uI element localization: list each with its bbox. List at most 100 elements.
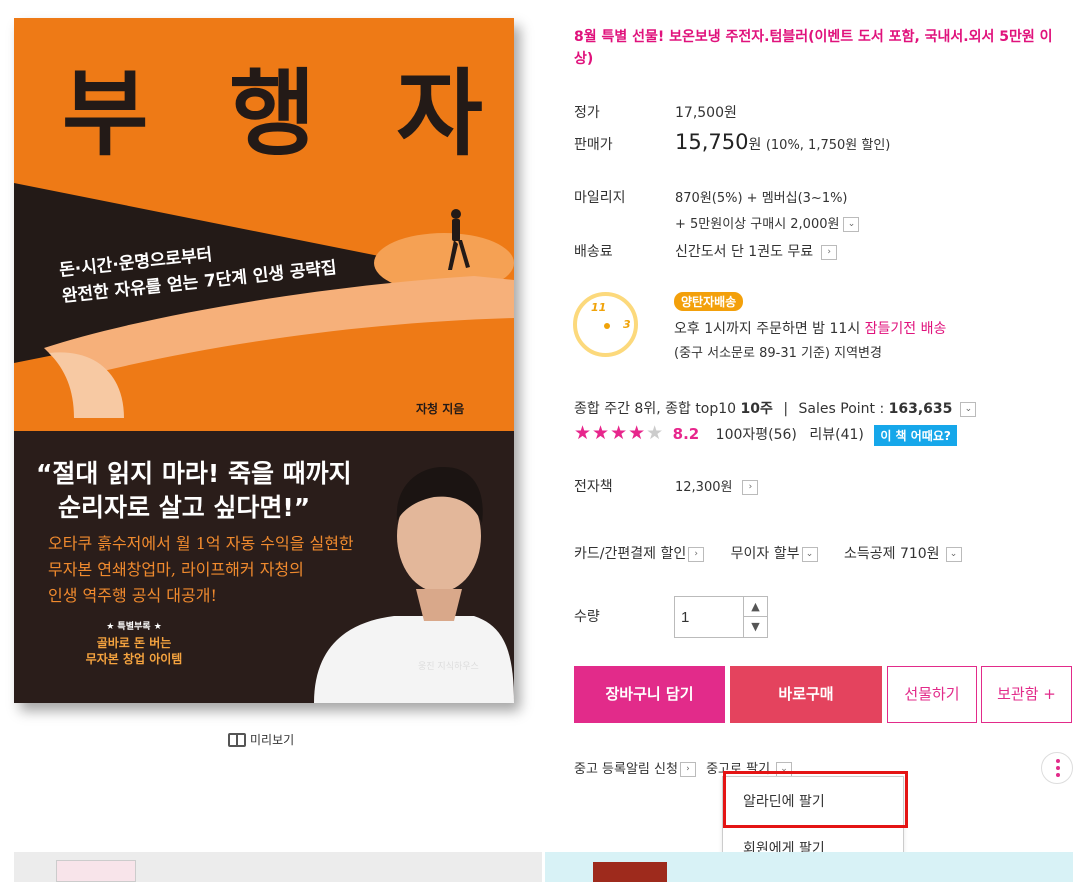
sales-point-value: 163,635 [888,401,953,417]
used-alert-link[interactable]: 중고 등록알림 신청 › [574,762,696,777]
promo-link[interactable]: 8월 특별 선물! 보온보냉 주전자.텀블러(이벤트 도서 포함, 국내서.외서… [574,26,1054,70]
sale-price-note: (10%, 1,750원 할인) [765,138,891,153]
mileage-label: 마일리지 [574,190,626,206]
how-about-this-book-button[interactable]: 이 책 어때요? [874,424,957,446]
card-discount[interactable]: 카드/간편결제 할인 › [574,546,705,562]
shipping-value-wrap: 신간도서 단 1권도 무료 › [675,241,838,261]
cover-title: 부 행 자 [62,60,507,169]
delivery-line1-text: 오후 1시까지 주문하면 밤 11시 [674,321,865,337]
cover-desc-line1: 오타쿠 흙수저에서 월 1억 자동 수익을 실현한 [48,534,354,553]
gift-button[interactable]: 선물하기 [887,666,977,723]
short-review-link[interactable]: 100자평(56) [716,427,797,443]
card-discount-label: 카드/간편결제 할인 [574,546,687,562]
quantity-input[interactable] [675,597,743,637]
ebook-value-wrap: 12,300원 › [675,476,759,495]
cover-top-panel: 부 행 자 돈·시간·운명으로부터 완전한 자유를 얻는 7단계 인생 공략집 … [14,18,514,431]
book-icon [228,732,246,747]
wishlist-button[interactable]: 보관함 + [981,666,1072,723]
quantity-stepper[interactable]: ▲ ▼ [674,596,768,638]
review-link[interactable]: 리뷰(41) [809,427,864,443]
tax-deduction[interactable]: 소득공제 710원 ⌄ [844,546,962,562]
cover-bottom-panel: “절대 읽지 마라! 죽을 때까지 순리자로 살고 싶다면!” 오타쿠 흙수저에… [14,431,514,703]
star-rating: ★★★★★ [574,422,664,444]
ebook-row: 전자책 12,300원 › [574,476,1054,496]
stars-empty: ★ [646,422,665,444]
clock-icon: 11 3 [573,292,638,357]
review-row: ★★★★★ 8.2 100자평(56) 리뷰(41) 이 책 어때요? [574,422,1054,448]
mileage-line2-wrap: + 5만원이상 구매시 2,000원 ⌄ [675,213,860,232]
sale-price-value-wrap: 15,750원 (10%, 1,750원 할인) [675,130,890,154]
clock-3: 3 [623,318,631,331]
cover-bonus-badge: ★ 특별부록 ★ 골바로 돈 버는 무자본 창업 아이템 [60,619,208,675]
cover-badge-small: ★ 특별부록 ★ [106,622,162,632]
quantity-decrease-button[interactable]: ▼ [743,617,767,637]
sales-point-label: Sales Point : [798,401,889,417]
shipping-label: 배송료 [574,244,613,260]
cover-quote: “절대 읽지 마라! 죽을 때까지 순리자로 살고 싶다면!” [36,457,352,525]
mileage-line2: + 5만원이상 구매시 2,000원 [675,217,840,232]
stars-filled: ★★★★ [574,422,647,444]
delivery-line1: 오후 1시까지 주문하면 밤 11시 잠들기전 배송 [674,318,946,338]
shipping-row: 배송료 신간도서 단 1권도 무료 › [574,241,1054,261]
shipping-more-button[interactable]: › [821,244,838,260]
cover-badge-line2: 무자본 창업 아이템 [85,652,183,666]
delivery-line1-pink: 잠들기전 배송 [864,321,947,337]
product-page: 부 행 자 돈·시간·운명으로부터 완전한 자유를 얻는 7단계 인생 공략집 … [0,0,1083,882]
installment[interactable]: 무이자 할부 ⌄ [731,546,818,562]
card-discount-button[interactable]: › [688,546,705,562]
mileage-expand-button[interactable]: ⌄ [843,217,860,232]
list-price-label: 정가 [574,105,600,121]
cover-quote-line2: 순리자로 살고 싶다면!” [58,493,311,522]
shipping-value: 신간도서 단 1권도 무료 [675,244,814,260]
add-to-cart-button[interactable]: 장바구니 담기 [574,666,725,723]
cover-quote-line1: “절대 읽지 마라! 죽을 때까지 [36,459,352,488]
used-alert-label: 중고 등록알림 신청 [574,762,678,777]
quantity-increase-button[interactable]: ▲ [743,597,767,617]
ranking-separator: | [783,401,789,417]
recommend-thumb-right[interactable] [593,862,667,882]
delivery-line2[interactable]: (중구 서소문로 89-31 기준) 지역변경 [674,342,882,361]
recommend-panel-left[interactable] [14,852,542,882]
quantity-label: 수량 [574,609,600,625]
sale-price-label: 판매가 [574,137,613,153]
cover-publisher: 웅진 지식하우스 [418,662,479,672]
list-price-value: 17,500원 [675,105,737,121]
cover-desc-line3: 인생 역주행 공식 대공개! [48,586,217,605]
ranking-text: 종합 주간 8위, 종합 top10 [574,401,741,417]
sale-price-row: 판매가 15,750원 (10%, 1,750원 할인) [574,130,1054,158]
mileage-line1: 870원(5%) + 멤버십(3~1%) [675,191,848,206]
carpet-delivery-badge: 양탄자배송 [674,292,744,311]
ebook-value[interactable]: 12,300원 [675,480,732,495]
installment-label: 무이자 할부 [730,546,800,562]
clock-dot [604,323,610,329]
ebook-label: 전자책 [574,479,613,495]
clock-11: 11 [591,301,607,314]
quantity-label-row: 수량 [574,606,634,626]
mileage-row: 마일리지 870원(5%) + 멤버십(3~1%) + 5만원이상 구매시 2,… [574,187,1054,235]
recommend-thumb-left[interactable] [56,860,136,882]
sale-price-value: 15,750 [675,130,749,154]
highlight-box [723,771,908,828]
preview-label: 미리보기 [250,733,295,747]
installment-expand-button[interactable]: ⌄ [801,546,818,562]
tax-deduction-expand-button[interactable]: ⌄ [945,546,962,562]
sale-price-unit: 원 [748,137,762,153]
recommend-panel-right[interactable] [545,852,1073,882]
more-options-icon[interactable] [1041,752,1073,784]
preview-button[interactable]: 미리보기 [228,731,294,748]
used-alert-button[interactable]: › [679,762,696,777]
cover-description: 오타쿠 흙수저에서 월 1억 자동 수익을 실현한 무자본 연쇄창업마, 라이프… [48,531,354,609]
rating-value: 8.2 [672,425,700,443]
tax-deduction-label: 소득공제 710원 [843,546,940,562]
ranking-weeks: 10주 [740,401,773,417]
payment-row: 카드/간편결제 할인 › 무이자 할부 ⌄ 소득공제 710원 ⌄ [574,543,1054,563]
list-price-row: 정가 17,500원 [574,102,1054,122]
book-cover[interactable]: 부 행 자 돈·시간·운명으로부터 완전한 자유를 얻는 7단계 인생 공략집 … [14,18,514,703]
sales-point-expand-button[interactable]: ⌄ [960,401,977,417]
cover-badge-line1: 골바로 돈 버는 [96,636,172,650]
cover-author: 자청 지음 [416,402,465,416]
cover-desc-line2: 무자본 연쇄창업마, 라이프해커 자청의 [48,560,304,579]
ebook-more-button[interactable]: › [742,480,759,495]
ranking-row: 종합 주간 8위, 종합 top10 10주 | Sales Point : 1… [574,398,1054,418]
buy-now-button[interactable]: 바로구매 [730,666,882,723]
